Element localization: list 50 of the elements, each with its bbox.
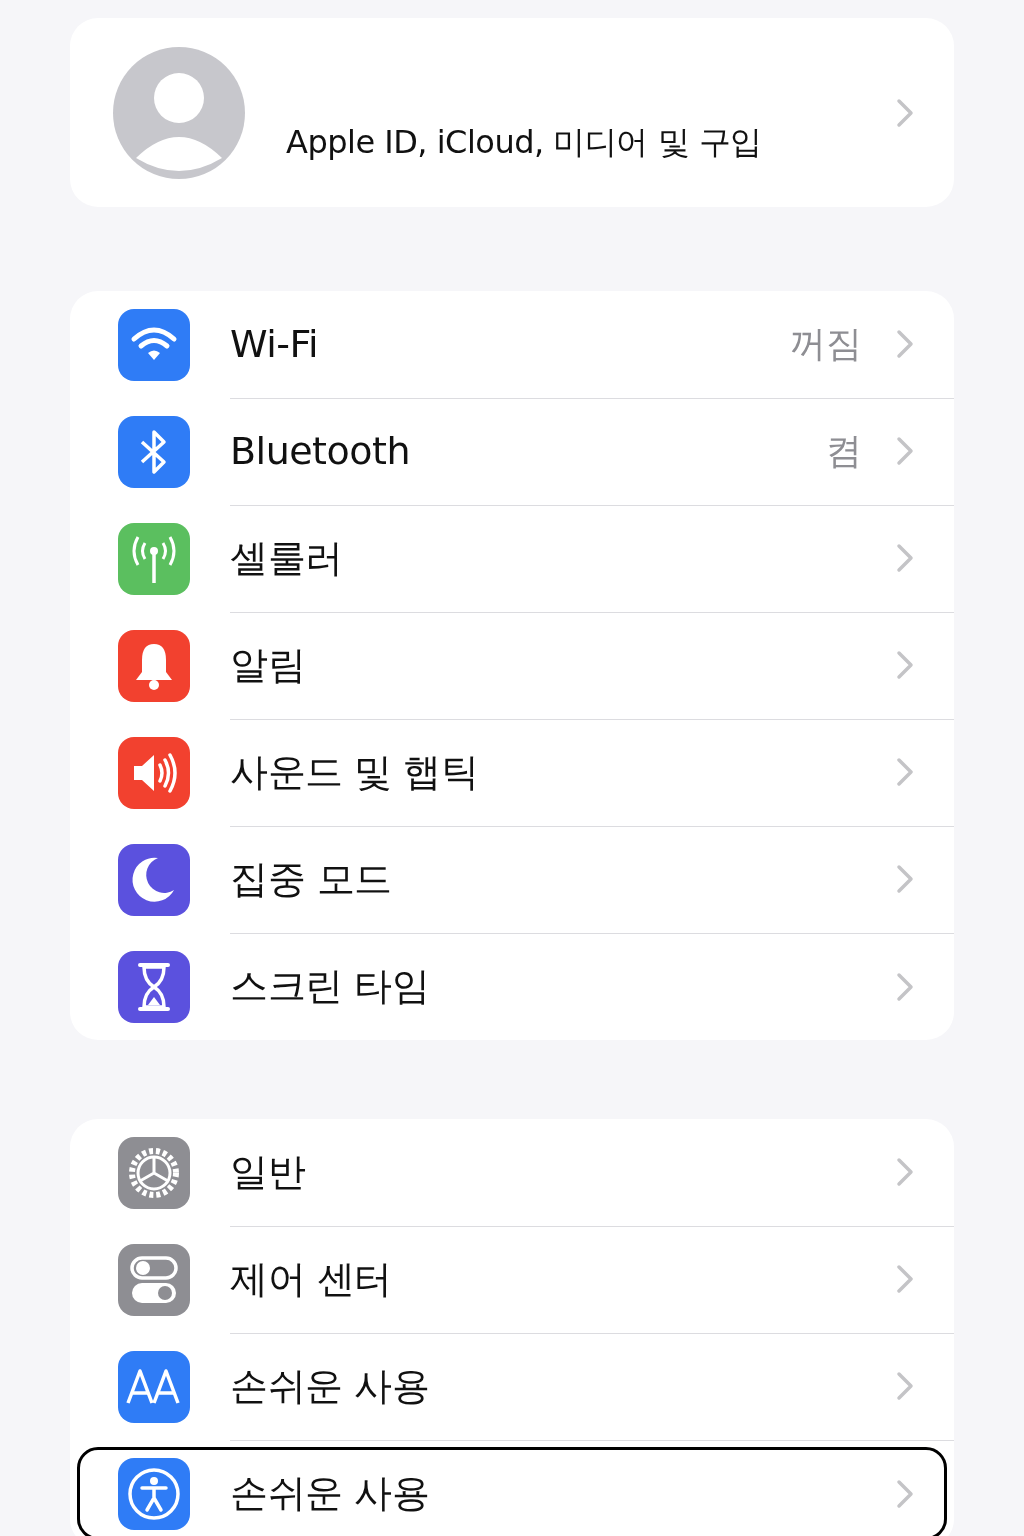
chevron-icon xyxy=(896,650,914,680)
row-label: 스크린 타임 xyxy=(230,963,431,1010)
avatar-icon xyxy=(112,45,246,180)
text-size-icon xyxy=(118,1350,190,1423)
row-label: 일반 xyxy=(230,1148,306,1196)
accessibility-icon xyxy=(118,1457,190,1530)
settings-row[interactable]: Bluetooth 켬 xyxy=(70,398,954,505)
chevron-icon xyxy=(896,1371,914,1401)
chevron-icon xyxy=(896,329,914,359)
speaker-icon xyxy=(118,736,190,809)
chevron-icon xyxy=(896,757,914,787)
settings-row[interactable]: 제어 센터 xyxy=(70,1226,954,1333)
row-label: 손쉬운 사용 xyxy=(230,1362,431,1410)
chevron-icon xyxy=(896,543,914,573)
settings-row[interactable]: 셀룰러 xyxy=(70,505,954,612)
bluetooth-icon xyxy=(118,415,190,488)
gear-icon xyxy=(118,1136,190,1209)
row-label: Wi-Fi xyxy=(230,322,320,366)
row-label: 셀룰러 xyxy=(230,534,344,582)
row-label: 집중 모드 xyxy=(230,855,393,903)
chevron-icon xyxy=(896,97,914,128)
row-label: 사운드 및 햅틱 xyxy=(230,748,480,796)
toggles-icon xyxy=(118,1243,190,1316)
row-label: 제어 센터 xyxy=(230,1255,393,1303)
chevron-icon xyxy=(896,864,914,894)
wifi-icon xyxy=(118,308,190,381)
hourglass-icon xyxy=(118,950,190,1023)
profile-label: Apple ID, iCloud, 미디어 및 구입 xyxy=(286,121,763,163)
chevron-icon xyxy=(896,1264,914,1294)
settings-row[interactable]: Wi-Fi 꺼짐 xyxy=(70,291,954,398)
settings-row[interactable]: 사운드 및 햅틱 xyxy=(70,719,954,826)
bell-icon xyxy=(118,629,190,702)
chevron-icon xyxy=(896,436,914,466)
settings-row[interactable]: 집중 모드 xyxy=(70,826,954,933)
row-label: Bluetooth xyxy=(230,429,411,473)
profile-card[interactable]: Apple ID, iCloud, 미디어 및 구입 xyxy=(70,18,954,207)
antenna-icon xyxy=(118,522,190,595)
row-value: 켬 xyxy=(826,428,862,473)
moon-icon xyxy=(118,843,190,916)
settings-row[interactable]: 일반 xyxy=(70,1119,954,1226)
row-label: 알림 xyxy=(230,641,306,689)
chevron-icon xyxy=(896,1478,914,1509)
row-label: 손쉬운 사용 xyxy=(230,1470,431,1517)
settings-row[interactable]: 손쉬운 사용 xyxy=(70,1440,954,1536)
chevron-icon xyxy=(896,1157,914,1187)
row-value: 꺼짐 xyxy=(790,321,862,366)
settings-row[interactable]: 손쉬운 사용 xyxy=(70,1333,954,1440)
chevron-icon xyxy=(896,971,914,1002)
settings-row[interactable]: 스크린 타임 xyxy=(70,933,954,1040)
settings-row[interactable]: 알림 xyxy=(70,612,954,719)
